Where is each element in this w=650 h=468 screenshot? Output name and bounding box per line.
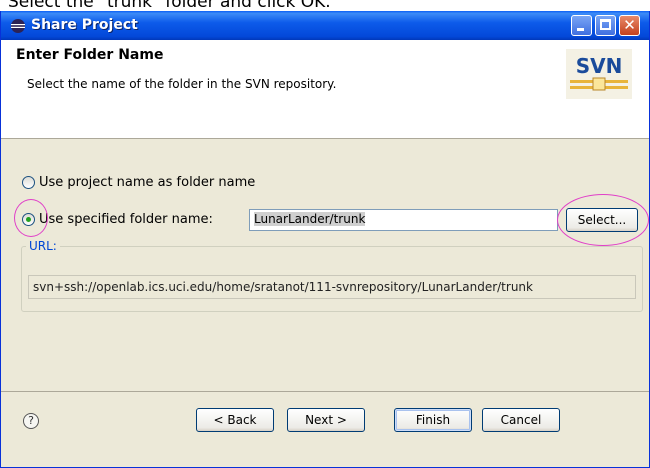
window-title: Share Project xyxy=(31,17,138,33)
folder-name-value: LunarLander/trunk xyxy=(254,212,366,226)
svg-text:SVN: SVN xyxy=(576,54,623,78)
select-folder-button[interactable]: Select... xyxy=(566,208,638,232)
wizard-content: Use project name as folder name Use spec… xyxy=(1,139,649,391)
use-specified-name-label[interactable]: Use specified folder name: xyxy=(39,212,213,228)
use-project-name-label[interactable]: Use project name as folder name xyxy=(39,175,255,191)
help-icon[interactable]: ? xyxy=(23,413,39,429)
close-icon: ✕ xyxy=(623,16,636,34)
svn-logo: SVN xyxy=(566,49,632,99)
minimize-icon xyxy=(577,28,584,31)
radio-selected-dot xyxy=(26,217,31,222)
maximize-icon xyxy=(600,19,611,30)
maximize-button[interactable] xyxy=(595,15,616,36)
next-button[interactable]: Next > xyxy=(287,408,365,432)
url-group-label: URL: xyxy=(26,239,60,253)
title-bar[interactable]: Share Project ✕ xyxy=(1,11,649,40)
use-specified-name-radio[interactable] xyxy=(22,213,35,226)
wizard-footer: ? < Back Next > Finish Cancel xyxy=(1,391,649,468)
minimize-button[interactable] xyxy=(571,15,592,36)
close-button[interactable]: ✕ xyxy=(619,15,640,36)
cancel-button[interactable]: Cancel xyxy=(482,408,560,432)
finish-button[interactable]: Finish xyxy=(394,408,472,432)
page-title: Enter Folder Name xyxy=(16,47,164,63)
instruction-caption: Select the "trunk" folder and click OK. xyxy=(8,0,331,10)
page-description: Select the name of the folder in the SVN… xyxy=(27,77,337,91)
wizard-header: Enter Folder Name Select the name of the… xyxy=(1,40,649,139)
url-field[interactable]: svn+ssh://openlab.ics.uci.edu/home/srata… xyxy=(28,275,636,299)
share-project-dialog: Share Project ✕ Enter Folder Name Select… xyxy=(0,11,650,468)
folder-name-input[interactable]: LunarLander/trunk xyxy=(249,209,558,231)
back-button[interactable]: < Back xyxy=(196,408,274,432)
eclipse-icon xyxy=(11,19,25,33)
use-project-name-radio[interactable] xyxy=(22,176,35,189)
